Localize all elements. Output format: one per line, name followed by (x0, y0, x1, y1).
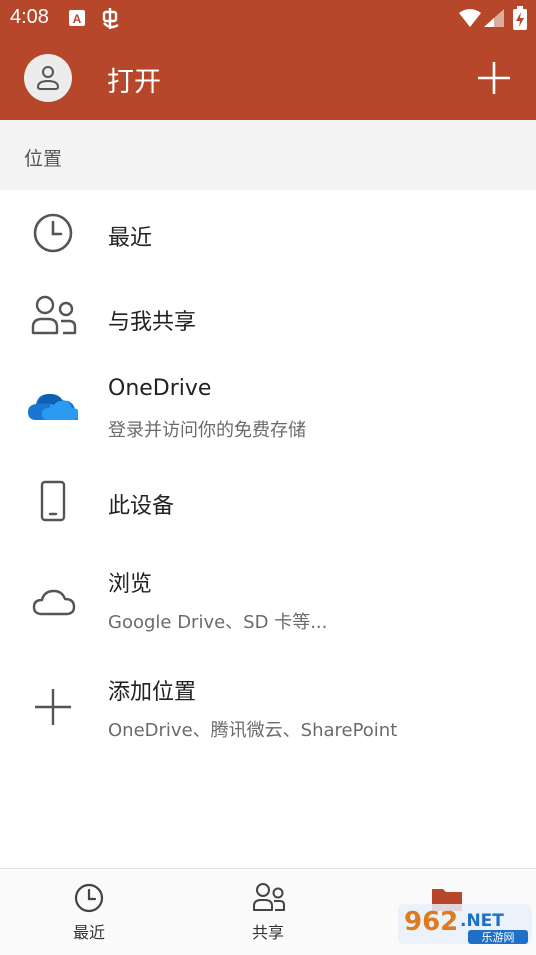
battery-charging-icon (513, 6, 527, 30)
location-label: 此设备 (108, 494, 175, 519)
svg-text:.NET: .NET (460, 911, 504, 931)
location-label: 添加位置 (108, 680, 197, 705)
location-sublabel: OneDrive、腾讯微云、SharePoint (108, 720, 398, 741)
svg-text:乐游网: 乐游网 (482, 931, 515, 944)
onedrive-cloud-icon (28, 394, 78, 420)
cloud-outline-icon (32, 589, 76, 616)
location-sublabel: 登录并访问你的免费存储 (108, 420, 306, 441)
phone-icon (40, 480, 66, 522)
location-label: OneDrive (108, 376, 212, 401)
tab-label: 最近 (72, 923, 105, 942)
location-sublabel: Google Drive、SD 卡等... (108, 612, 328, 633)
page-title: 打开 (107, 67, 161, 98)
location-label: 最近 (108, 226, 153, 251)
location-label: 浏览 (108, 572, 153, 597)
svg-text:A: A (73, 12, 82, 26)
location-item-add-place[interactable]: 添加位置 OneDrive、腾讯微云、SharePoint (0, 656, 536, 756)
people-icon (253, 883, 285, 911)
location-item-onedrive[interactable]: OneDrive 登录并访问你的免费存储 (0, 360, 536, 458)
app-bar: 打开 (0, 36, 536, 120)
person-icon (36, 66, 60, 90)
plus-icon (35, 689, 71, 725)
section-header-label: 位置 (24, 148, 63, 170)
add-button[interactable] (474, 58, 514, 98)
clock-icon (33, 213, 73, 253)
svg-text:962: 962 (404, 907, 458, 937)
tab-shared[interactable]: 共享 (179, 869, 357, 955)
signal-icon (484, 9, 504, 27)
tab-label: 共享 (251, 923, 284, 942)
location-item-recent[interactable]: 最近 (0, 190, 536, 278)
tab-recent[interactable]: 最近 (0, 869, 178, 955)
clock-icon (74, 883, 104, 913)
section-header: 位置 (0, 120, 536, 190)
bug-icon (102, 8, 119, 29)
a-notification-icon: A (69, 10, 85, 26)
location-item-browse[interactable]: 浏览 Google Drive、SD 卡等... (0, 548, 536, 656)
wifi-icon (459, 9, 481, 27)
people-icon (31, 295, 77, 335)
location-item-shared[interactable]: 与我共享 (0, 278, 536, 360)
location-item-device[interactable]: 此设备 (0, 458, 536, 548)
status-time: 4:08 (10, 6, 49, 28)
avatar[interactable] (24, 54, 72, 102)
status-bar: 4:08 A (0, 0, 536, 36)
location-label: 与我共享 (108, 310, 197, 335)
watermark-logo: 962 .NET 乐游网 (398, 904, 532, 944)
